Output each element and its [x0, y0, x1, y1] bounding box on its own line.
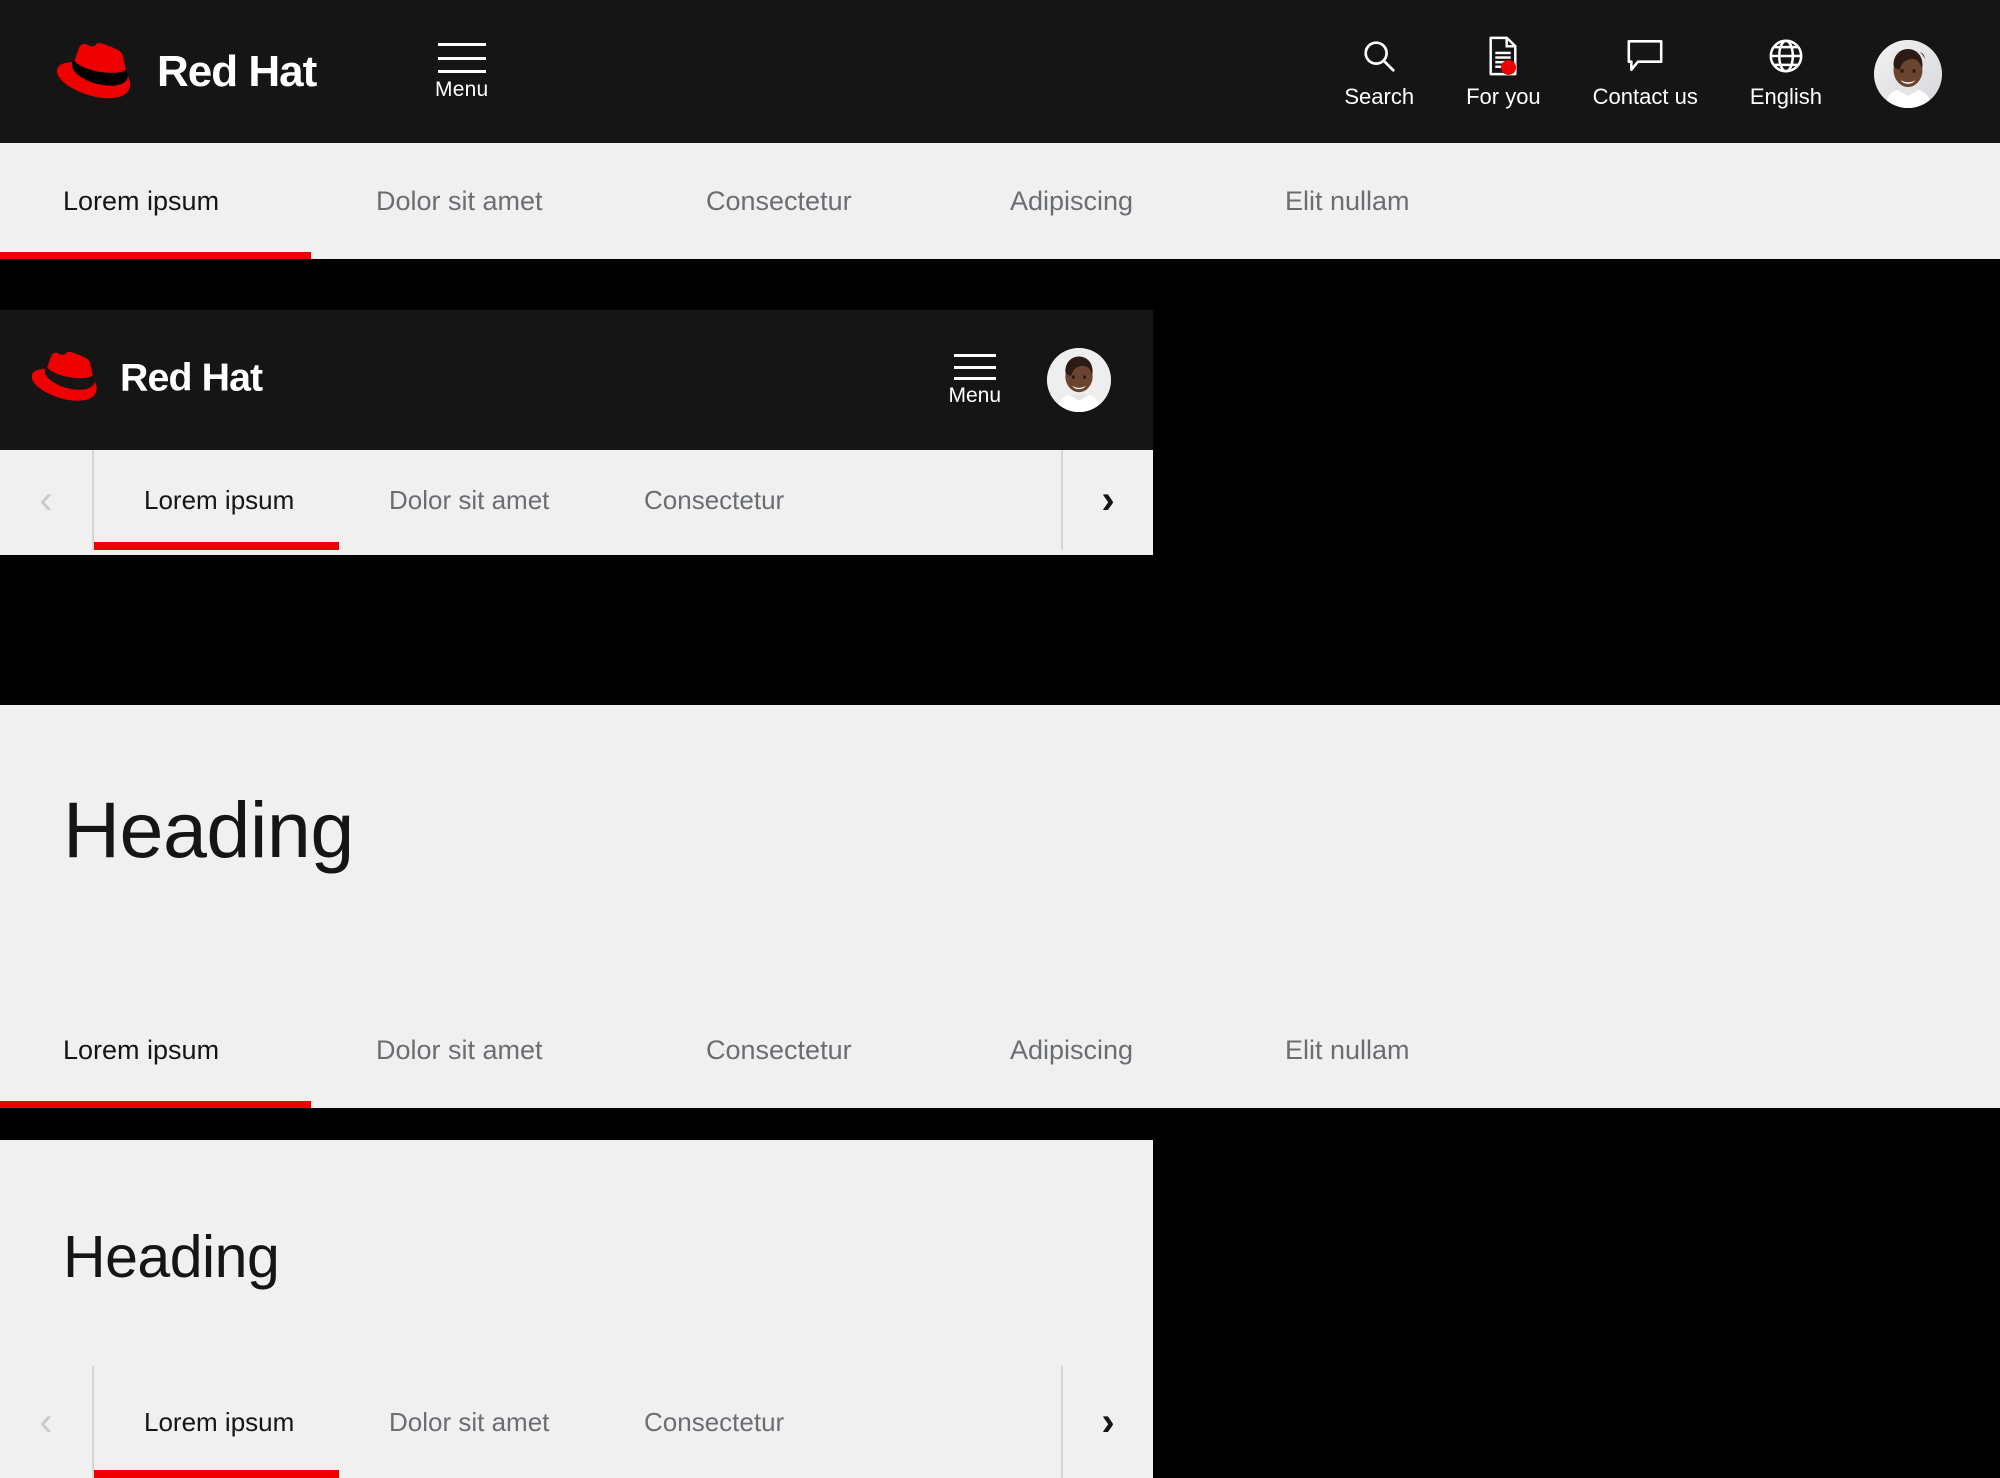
globe-icon: [1767, 35, 1805, 77]
tab-consectetur[interactable]: Consectetur: [644, 450, 784, 550]
content-section-desktop: Heading Lorem ipsum Dolor sit amet Consect…: [0, 705, 2000, 1108]
tab-elit-nullam[interactable]: Elit nullam: [1285, 143, 1410, 259]
page-root: Red Hat Menu Search For you Contact us E…: [0, 0, 2000, 1478]
tab-scroll-prev-button[interactable]: ‹: [0, 1366, 92, 1478]
svg-text:Red Hat: Red Hat: [120, 356, 263, 400]
divider-black-2: [0, 555, 2000, 705]
red-hat-fedora-logo-icon: [55, 40, 143, 104]
chevron-left-icon: ‹: [39, 478, 53, 522]
avatar[interactable]: [1047, 348, 1111, 412]
tab-dolor-sit-amet[interactable]: Dolor sit amet: [376, 143, 543, 259]
tab-consectetur[interactable]: Consectetur: [706, 992, 852, 1108]
red-hat-wordmark: Red Hat: [120, 355, 288, 405]
hamburger-menu-icon: [953, 354, 996, 380]
card-title: Heading: [63, 1224, 280, 1290]
masthead-menu-label: Menu: [435, 78, 489, 101]
mobile-card-bottom: Heading ‹ Lorem ipsum Dolor sit amet Conse…: [0, 1140, 1153, 1478]
chat-bubble-icon: [1625, 35, 1665, 77]
active-tab-underline: [94, 542, 339, 550]
tab-scroll-next-button[interactable]: ›: [1061, 450, 1153, 550]
utility-contact-us[interactable]: Contact us: [1567, 35, 1724, 108]
mobile-masthead-actions: Menu: [948, 348, 1111, 412]
red-hat-fedora-logo-icon: [30, 349, 108, 411]
utility-for-you-label: For you: [1466, 84, 1541, 109]
chevron-right-icon: ›: [1101, 1400, 1115, 1444]
page-title: Heading: [63, 785, 354, 874]
section-tab-bar: Lorem ipsum Dolor sit amet Consectetur Adip…: [0, 992, 2000, 1108]
tab-dolor-sit-amet[interactable]: Dolor sit amet: [376, 992, 543, 1108]
tab-adipiscing[interactable]: Adipiscing: [1010, 143, 1133, 259]
mobile-tab-strip-top: ‹ Lorem ipsum Dolor sit amet Consectetur ›: [0, 450, 1153, 550]
utility-contact-us-label: Contact us: [1592, 84, 1698, 109]
red-hat-logo[interactable]: Red Hat: [55, 40, 345, 104]
divider-black-1: [0, 259, 2000, 310]
mobile-masthead: Red Hat Menu: [0, 310, 1153, 450]
utility-for-you[interactable]: For you: [1440, 35, 1567, 108]
tab-dolor-sit-amet[interactable]: Dolor sit amet: [389, 450, 549, 550]
global-masthead: Red Hat Menu Search For you Contact us E…: [0, 0, 2000, 143]
tab-adipiscing[interactable]: Adipiscing: [1010, 992, 1133, 1108]
tab-scroll-prev-button[interactable]: ‹: [0, 450, 92, 550]
tab-lorem-ipsum[interactable]: Lorem ipsum: [144, 450, 294, 550]
masthead-menu-button[interactable]: Menu: [435, 43, 488, 100]
chevron-right-icon: ›: [1101, 478, 1115, 522]
avatar[interactable]: [1874, 40, 1942, 108]
document-icon: [1486, 35, 1520, 77]
tab-elit-nullam[interactable]: Elit nullam: [1285, 992, 1410, 1108]
tab-lorem-ipsum[interactable]: Lorem ipsum: [63, 143, 219, 259]
active-tab-underline: [0, 1101, 311, 1108]
red-hat-wordmark: Red Hat: [157, 48, 345, 96]
utility-language[interactable]: English: [1724, 35, 1848, 108]
utility-language-label: English: [1749, 84, 1822, 109]
search-icon: [1360, 35, 1398, 77]
tab-consectetur[interactable]: Consectetur: [644, 1366, 784, 1478]
svg-text:Red Hat: Red Hat: [157, 48, 318, 96]
mobile-menu-button[interactable]: Menu: [948, 354, 1001, 406]
utility-search[interactable]: Search: [1318, 35, 1440, 108]
chevron-left-icon: ‹: [39, 1400, 53, 1444]
tab-lorem-ipsum[interactable]: Lorem ipsum: [144, 1366, 294, 1478]
mobile-masthead-card-top: Red Hat Menu ‹ Lorem ipsum Dolor sit ame…: [0, 310, 1153, 555]
tab-consectetur[interactable]: Consectetur: [706, 143, 852, 259]
primary-tab-bar: Lorem ipsum Dolor sit amet Consectetur Adip…: [0, 143, 2000, 259]
utility-search-label: Search: [1344, 84, 1415, 109]
mobile-red-hat-logo[interactable]: Red Hat: [30, 349, 288, 411]
hamburger-menu-icon: [437, 43, 486, 73]
mobile-tab-strip-bottom: ‹ Lorem ipsum Dolor sit amet Consectetur ›: [0, 1366, 1153, 1478]
tab-dolor-sit-amet[interactable]: Dolor sit amet: [389, 1366, 549, 1478]
active-tab-underline: [0, 252, 311, 259]
masthead-utility-nav: Search For you Contact us English: [1318, 35, 1942, 108]
divider-black-3: [0, 1108, 2000, 1140]
tab-lorem-ipsum[interactable]: Lorem ipsum: [63, 992, 219, 1108]
tab-scroll-next-button[interactable]: ›: [1061, 1366, 1153, 1478]
active-tab-underline: [94, 1470, 339, 1478]
mobile-menu-label: Menu: [948, 384, 1001, 407]
